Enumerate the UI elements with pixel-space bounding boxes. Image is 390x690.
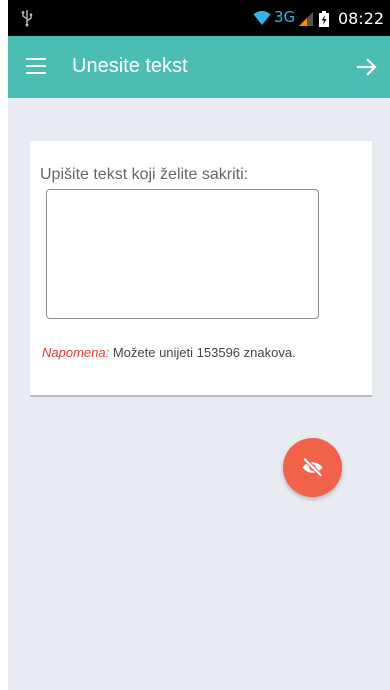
phone-screen: 3G 08:22 Unesite tekst Upišite tekst koj… — [8, 0, 390, 690]
hide-text-button[interactable] — [283, 438, 342, 497]
status-time: 08:22 — [338, 9, 385, 28]
network-type: 3G — [274, 8, 296, 26]
hamburger-menu-icon[interactable] — [26, 58, 46, 76]
page-title: Unesite tekst — [72, 55, 188, 77]
app-bar: Unesite tekst — [8, 36, 390, 98]
text-input-card: Upišite tekst koji želite sakriti: Napom… — [30, 141, 372, 397]
note-text: Možete unijeti 153596 znakova. — [109, 345, 296, 360]
status-bar: 3G 08:22 — [8, 0, 390, 36]
arrow-right-icon[interactable] — [356, 56, 378, 78]
signal-icon — [299, 12, 313, 26]
battery-icon — [319, 11, 329, 27]
character-limit-note: Napomena: Možete unijeti 153596 znakova. — [42, 345, 296, 360]
wifi-icon — [253, 11, 271, 25]
note-label: Napomena: — [42, 345, 110, 360]
eye-off-icon — [302, 457, 323, 478]
usb-icon — [21, 10, 33, 27]
text-input-label: Upišite tekst koji želite sakriti: — [40, 166, 249, 183]
secret-text-input[interactable] — [46, 189, 319, 319]
